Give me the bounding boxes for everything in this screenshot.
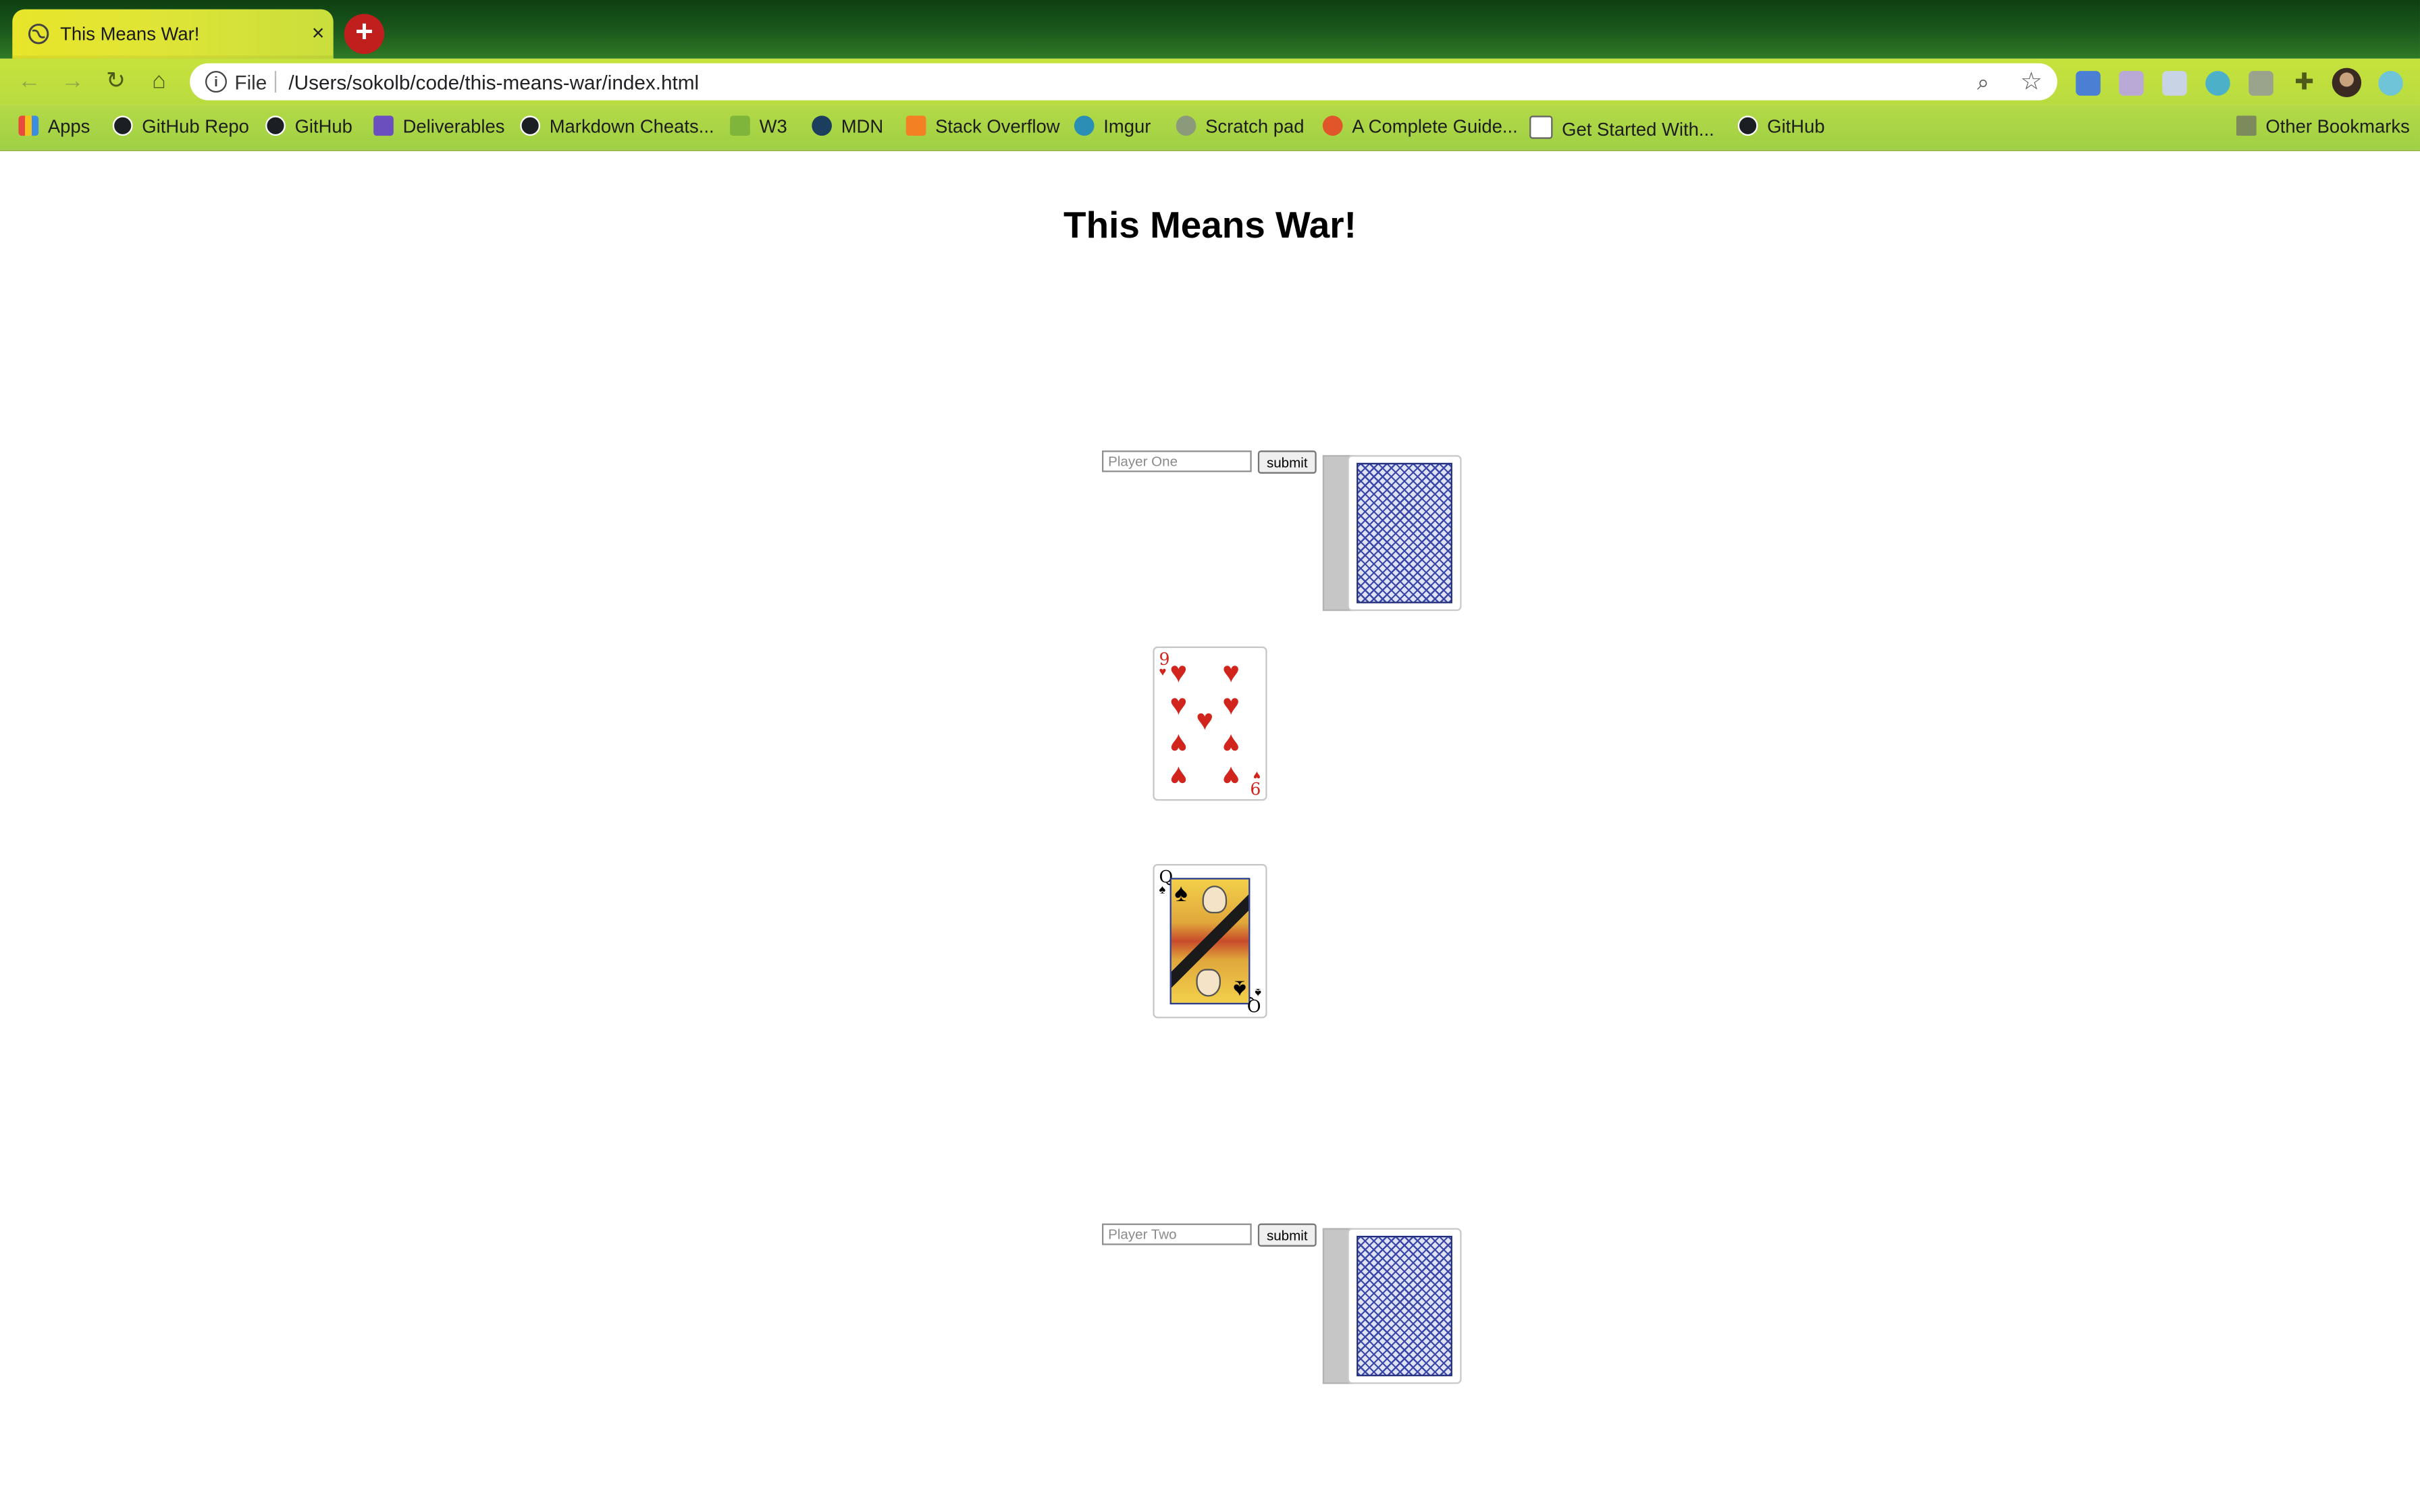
- heart-pip-icon: ♥: [1222, 657, 1240, 690]
- heart-pip-icon: ♥: [1222, 689, 1240, 722]
- github-icon: [520, 115, 540, 136]
- globe-icon: [1176, 115, 1196, 136]
- heart-pip-icon: ♥: [1169, 759, 1188, 792]
- bookmark-star-icon[interactable]: ☆: [2020, 66, 2043, 97]
- info-icon[interactable]: i: [205, 71, 227, 93]
- forward-icon[interactable]: →: [59, 68, 86, 96]
- tab-strip: This Means War! × +: [0, 0, 2420, 59]
- globe-icon: [28, 24, 49, 45]
- puzzle-extensions-icon[interactable]: ✚: [2292, 70, 2317, 96]
- mdn-icon: [812, 115, 832, 136]
- player-two-name-input[interactable]: [1101, 1223, 1252, 1245]
- card-suit: ♠: [1159, 882, 1166, 896]
- imgur-icon: [1074, 115, 1095, 136]
- url-text[interactable]: /Users/sokolb/code/this-means-war/index.…: [288, 71, 699, 94]
- bookmark-apps[interactable]: Apps: [18, 115, 90, 140]
- stackoverflow-icon: [905, 115, 926, 136]
- github-icon: [112, 115, 133, 136]
- player-one-deck[interactable]: [1322, 455, 1462, 612]
- card-rank: Q: [1246, 995, 1261, 1015]
- home-icon[interactable]: ⌂: [145, 68, 173, 96]
- queen-face-art: ♠ ♠: [1169, 878, 1251, 1004]
- card-back-pattern: [1357, 1235, 1452, 1376]
- bookmark-markdown[interactable]: Markdown Cheats...: [520, 115, 714, 140]
- zoom-icon[interactable]: ⌕: [1977, 70, 1989, 96]
- card-back-pattern: [1357, 462, 1452, 603]
- browser-tab[interactable]: This Means War! ×: [12, 9, 334, 59]
- bookmark-deliverables[interactable]: Deliverables: [373, 115, 504, 140]
- heart-pip-icon: ♥: [1196, 705, 1214, 738]
- heart-pip-icon: ♥: [1169, 689, 1188, 722]
- heart-pip-icon: ♥: [1222, 726, 1240, 759]
- list-icon: [373, 115, 394, 136]
- bookmark-github-repo[interactable]: GitHub Repo: [112, 115, 249, 140]
- heart-pip-icon: ♥: [1169, 657, 1188, 690]
- close-tab-icon[interactable]: ×: [312, 20, 325, 45]
- update-icon[interactable]: [2378, 71, 2403, 96]
- card-back: [1347, 1228, 1462, 1384]
- page-title: This Means War!: [1063, 205, 1357, 247]
- heart-pip-icon: ♥: [1169, 726, 1188, 759]
- extension-icon[interactable]: [2119, 71, 2144, 96]
- card-suit: ♥: [1159, 665, 1167, 679]
- spade-icon: ♠: [1174, 881, 1188, 907]
- card-back: [1347, 455, 1462, 612]
- player-two-deck[interactable]: [1322, 1228, 1462, 1384]
- bookmark-github[interactable]: GitHub: [265, 115, 352, 140]
- played-card-queen-of-spades: Q ♠ ♠ ♠ ♠ Q: [1153, 863, 1267, 1019]
- new-tab-button[interactable]: +: [344, 14, 385, 54]
- bookmark-complete-guide[interactable]: A Complete Guide...: [1322, 115, 1518, 140]
- player-one-name-input[interactable]: [1101, 450, 1252, 473]
- translate-extension-icon[interactable]: [2076, 71, 2101, 96]
- w3-icon: [730, 115, 750, 136]
- github-icon: [265, 115, 286, 136]
- player-two-submit-button[interactable]: submit: [1257, 1223, 1317, 1247]
- spade-icon: ♠: [1232, 975, 1246, 1002]
- bookmark-imgur[interactable]: Imgur: [1074, 115, 1151, 140]
- tab-title: This Means War!: [60, 23, 200, 45]
- card-rank: 9: [1250, 777, 1261, 798]
- back-icon[interactable]: ←: [16, 68, 43, 96]
- bookmark-get-started[interactable]: Get Started With...: [1529, 115, 1714, 140]
- bookmark-mdn[interactable]: MDN: [812, 115, 883, 140]
- bookmark-github-2[interactable]: GitHub: [1737, 115, 1825, 140]
- github-icon: [1737, 115, 1758, 136]
- bookmark-stack-overflow[interactable]: Stack Overflow: [905, 115, 1060, 140]
- queen-head: [1196, 969, 1221, 997]
- code-icon: [1529, 115, 1553, 139]
- heart-pip-icon: ♥: [1222, 759, 1240, 792]
- css-tricks-icon: [1322, 115, 1343, 136]
- address-bar[interactable]: i File /Users/sokolb/code/this-means-war…: [190, 63, 2057, 101]
- address-separator: [274, 71, 277, 93]
- extension-icon[interactable]: [2248, 71, 2273, 96]
- profile-avatar[interactable]: [2332, 68, 2362, 97]
- extension-icon[interactable]: [2162, 71, 2187, 96]
- played-card-nine-of-hearts: 9 ♥ ♥ ♥ ♥ ♥ ♥ ♥ ♥ ♥ ♥ ♥ 9: [1153, 646, 1267, 801]
- bookmark-w3[interactable]: W3: [730, 115, 787, 140]
- player-one-submit-button[interactable]: submit: [1257, 450, 1317, 474]
- queen-head: [1202, 885, 1228, 914]
- scheme-label: File: [234, 71, 267, 94]
- bookmark-scratch-pad[interactable]: Scratch pad: [1176, 115, 1305, 140]
- reload-icon[interactable]: ↻: [102, 68, 130, 96]
- apps-grid-icon: [18, 115, 39, 136]
- bookmarks-bar: Apps GitHub Repo GitHub Deliverables Mar…: [0, 105, 2420, 151]
- extension-icon[interactable]: [2205, 71, 2230, 96]
- folder-icon: [2236, 115, 2257, 136]
- other-bookmarks[interactable]: Other Bookmarks: [2236, 115, 2410, 140]
- browser-toolbar: ← → ↻ ⌂ i File /Users/sokolb/code/this-m…: [0, 58, 2420, 105]
